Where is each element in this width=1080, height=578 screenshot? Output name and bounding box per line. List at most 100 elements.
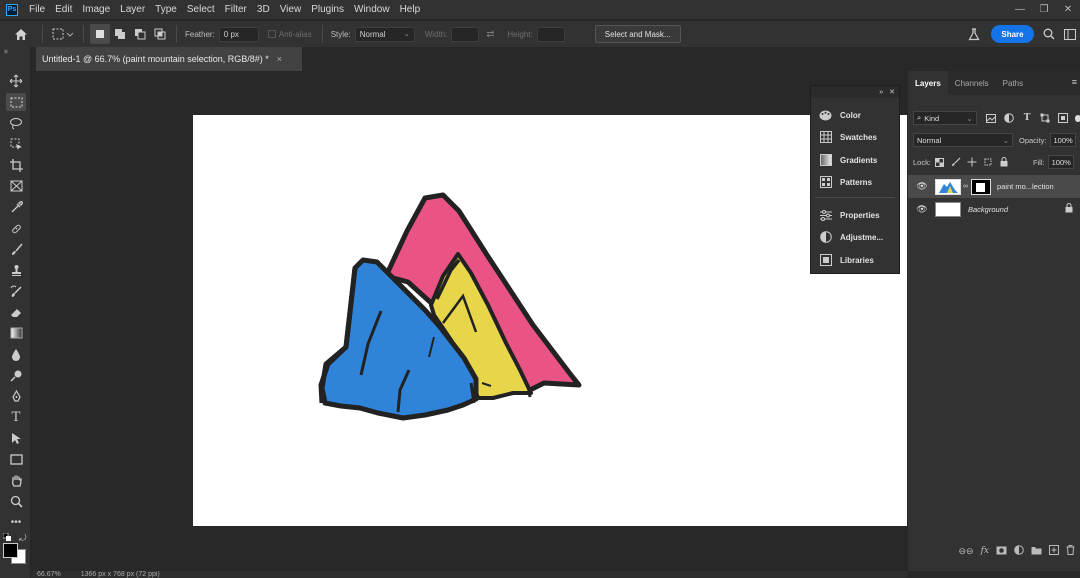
move-tool-icon[interactable] xyxy=(6,72,26,90)
minimize-icon[interactable]: — xyxy=(1008,0,1032,19)
panel-color[interactable]: Color xyxy=(811,105,899,125)
menu-window[interactable]: Window xyxy=(349,4,395,15)
share-button[interactable]: Share xyxy=(991,25,1034,43)
path-selection-tool-icon[interactable] xyxy=(6,429,26,447)
style-select[interactable]: Normal ⌄ xyxy=(354,26,415,42)
panel-adjustments[interactable]: Adjustme... xyxy=(811,227,899,247)
width-input[interactable] xyxy=(451,26,480,42)
add-mask-icon[interactable] xyxy=(996,546,1007,557)
collapse-panels-icon[interactable]: » xyxy=(4,49,8,56)
document-canvas[interactable] xyxy=(193,115,907,526)
panel-libraries[interactable]: Libraries xyxy=(811,250,899,270)
new-group-icon[interactable] xyxy=(1031,546,1042,557)
history-brush-tool-icon[interactable] xyxy=(6,282,26,300)
pen-tool-icon[interactable] xyxy=(6,387,26,405)
feather-input[interactable]: 0 px xyxy=(218,26,259,42)
link-layers-icon[interactable]: ⊖⊖ xyxy=(958,546,973,557)
menu-layer[interactable]: Layer xyxy=(115,4,150,15)
menu-type[interactable]: Type xyxy=(150,4,182,15)
default-colors-icon[interactable] xyxy=(2,532,11,541)
more-tools-icon[interactable]: ••• xyxy=(6,513,26,531)
filter-kind-select[interactable]: ⌕ Kind ⌄ xyxy=(913,111,977,125)
lock-position-icon[interactable] xyxy=(965,155,979,169)
menu-help[interactable]: Help xyxy=(395,4,426,15)
layer-row[interactable]: 👁 ∞ paint mo...lection xyxy=(908,175,1080,198)
fill-input[interactable]: 100% xyxy=(1047,155,1074,169)
eraser-tool-icon[interactable] xyxy=(6,303,26,321)
blur-tool-icon[interactable] xyxy=(6,345,26,363)
close-window-icon[interactable]: ✕ xyxy=(1056,0,1080,19)
menu-3d[interactable]: 3D xyxy=(252,4,275,15)
panel-swatches[interactable]: Swatches xyxy=(811,127,899,147)
lock-all-icon[interactable] xyxy=(997,155,1011,169)
close-dock-icon[interactable]: ✕ xyxy=(889,88,895,96)
opacity-input[interactable]: 100% xyxy=(1049,133,1076,147)
filter-type-icon[interactable]: T xyxy=(1021,111,1034,125)
object-selection-tool-icon[interactable] xyxy=(6,135,26,153)
filter-shape-icon[interactable] xyxy=(1039,111,1052,125)
crop-tool-icon[interactable] xyxy=(6,156,26,174)
restore-icon[interactable]: ❐ xyxy=(1032,0,1056,19)
swap-colors-icon[interactable]: ⤾ xyxy=(19,533,27,544)
menu-edit[interactable]: Edit xyxy=(50,4,77,15)
panel-gradients[interactable]: Gradients xyxy=(811,150,899,170)
add-to-selection-icon[interactable] xyxy=(110,24,130,44)
search-icon[interactable] xyxy=(1041,24,1057,44)
menu-plugins[interactable]: Plugins xyxy=(306,4,349,15)
workspace-icon[interactable] xyxy=(1062,24,1078,44)
new-selection-icon[interactable] xyxy=(90,24,110,44)
panel-patterns[interactable]: Patterns xyxy=(811,172,899,192)
tab-paths[interactable]: Paths xyxy=(996,71,1030,95)
menu-filter[interactable]: Filter xyxy=(220,4,252,15)
filter-pixel-icon[interactable] xyxy=(985,111,998,125)
panel-menu-icon[interactable]: ≡ xyxy=(1072,77,1077,87)
tab-layers[interactable]: Layers xyxy=(908,71,948,95)
rectangle-tool-icon[interactable] xyxy=(6,450,26,468)
marquee-tool-preset-icon[interactable] xyxy=(49,24,77,44)
hand-tool-icon[interactable] xyxy=(6,471,26,489)
lock-transparent-icon[interactable] xyxy=(933,155,947,169)
select-and-mask-button[interactable]: Select and Mask... xyxy=(594,25,681,43)
document-tab[interactable]: Untitled-1 @ 66.7% (paint mountain selec… xyxy=(36,47,302,71)
zoom-level[interactable]: 66.67% xyxy=(37,571,61,578)
menu-view[interactable]: View xyxy=(275,4,307,15)
visibility-eye-icon[interactable]: 👁 xyxy=(915,181,929,192)
new-adjustment-icon[interactable] xyxy=(1014,545,1024,557)
frame-tool-icon[interactable] xyxy=(6,177,26,195)
lock-artboard-icon[interactable] xyxy=(981,155,995,169)
link-chain-icon[interactable]: ∞ xyxy=(963,183,968,190)
height-input[interactable] xyxy=(536,26,565,42)
swap-width-height-icon[interactable]: ⇄ xyxy=(479,24,501,44)
fx-icon[interactable]: fx xyxy=(981,546,989,556)
home-icon[interactable] xyxy=(6,24,36,44)
healing-brush-tool-icon[interactable] xyxy=(6,219,26,237)
photoshop-logo[interactable]: Ps xyxy=(6,3,18,16)
menu-select[interactable]: Select xyxy=(182,4,220,15)
zoom-tool-icon[interactable] xyxy=(6,492,26,510)
lasso-tool-icon[interactable] xyxy=(6,114,26,132)
clone-stamp-tool-icon[interactable] xyxy=(6,261,26,279)
eyedropper-tool-icon[interactable] xyxy=(6,198,26,216)
close-tab-icon[interactable]: × xyxy=(277,54,282,64)
blend-mode-select[interactable]: Normal ⌄ xyxy=(913,133,1013,147)
layer-mask-thumbnail[interactable] xyxy=(971,178,991,195)
filter-smart-object-icon[interactable] xyxy=(1057,111,1070,125)
lock-image-icon[interactable] xyxy=(949,155,963,169)
panel-properties[interactable]: Properties xyxy=(811,205,899,225)
flask-icon[interactable] xyxy=(966,24,982,44)
dodge-tool-icon[interactable] xyxy=(6,366,26,384)
delete-layer-icon[interactable] xyxy=(1066,545,1075,557)
gradient-tool-icon[interactable] xyxy=(6,324,26,342)
filter-adjustment-icon[interactable] xyxy=(1003,111,1016,125)
rectangular-marquee-tool-icon[interactable] xyxy=(6,93,26,111)
visibility-eye-icon[interactable]: 👁 xyxy=(915,204,929,215)
menu-file[interactable]: File xyxy=(24,4,50,15)
layer-row[interactable]: 👁 Background xyxy=(908,198,1080,221)
subtract-from-selection-icon[interactable] xyxy=(130,24,150,44)
expand-panels-icon[interactable]: » xyxy=(879,89,883,96)
tab-channels[interactable]: Channels xyxy=(948,71,996,95)
layer-lock-icon[interactable] xyxy=(1065,203,1073,216)
foreground-color-swatch[interactable] xyxy=(3,543,18,558)
intersect-selection-icon[interactable] xyxy=(150,24,170,44)
brush-tool-icon[interactable] xyxy=(6,240,26,258)
